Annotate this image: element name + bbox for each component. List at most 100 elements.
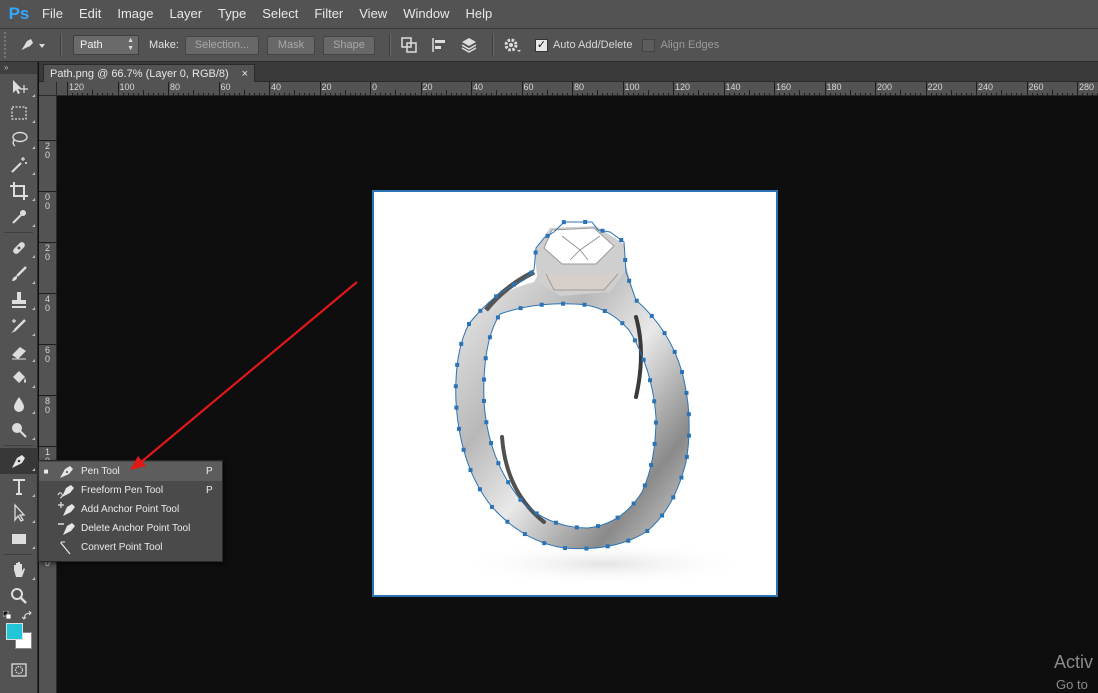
anchor-point[interactable] — [642, 483, 647, 488]
anchor-point[interactable] — [495, 315, 500, 320]
anchor-point[interactable] — [631, 501, 636, 506]
anchor-point[interactable] — [506, 480, 511, 485]
make-selection-button[interactable]: Selection... — [184, 35, 259, 55]
anchor-point[interactable] — [454, 405, 459, 410]
anchor-point[interactable] — [478, 308, 483, 313]
menu-help[interactable]: Help — [457, 0, 500, 28]
menu-edit[interactable]: Edit — [71, 0, 109, 28]
anchor-point[interactable] — [619, 238, 624, 243]
anchor-point[interactable] — [468, 468, 473, 473]
type-tool[interactable] — [0, 474, 38, 500]
anchor-point[interactable] — [545, 233, 550, 238]
flyout-item-pen-tool[interactable]: ■ Pen Tool P — [39, 462, 222, 481]
anchor-point[interactable] — [494, 294, 499, 299]
anchor-point[interactable] — [671, 495, 676, 500]
anchor-point[interactable] — [605, 544, 610, 549]
anchor-point[interactable] — [684, 390, 689, 395]
anchor-point[interactable] — [467, 322, 471, 326]
menu-layer[interactable]: Layer — [162, 0, 211, 28]
flyout-item-freeform-pen-tool[interactable]: Freeform Pen Tool P — [39, 481, 222, 500]
anchor-point[interactable] — [623, 257, 628, 262]
anchor-point[interactable] — [481, 377, 486, 382]
anchor-point[interactable] — [584, 546, 589, 551]
anchor-point[interactable] — [518, 306, 523, 311]
anchor-point[interactable] — [483, 356, 488, 361]
document-canvas[interactable] — [372, 190, 778, 597]
crop-tool[interactable] — [0, 178, 38, 204]
anchor-point[interactable] — [684, 454, 689, 459]
default-colors-icon[interactable] — [3, 611, 13, 621]
anchor-point[interactable] — [648, 378, 653, 383]
anchor-point[interactable] — [534, 511, 539, 516]
anchor-point[interactable] — [627, 278, 632, 283]
horizontal-ruler[interactable]: 120 100 80 60 40 20 0 20 40 60 80 100 120 140 160 180 20… — [57, 82, 1098, 96]
anchor-point[interactable] — [652, 441, 657, 446]
anchor-point[interactable] — [626, 538, 631, 543]
menu-view[interactable]: View — [351, 0, 395, 28]
anchor-point[interactable] — [505, 519, 510, 524]
document-tab[interactable]: Path.png @ 66.7% (Layer 0, RGB/8) × — [43, 64, 255, 82]
path-selection-tool[interactable] — [0, 500, 38, 526]
anchor-point[interactable] — [652, 399, 657, 404]
anchor-point[interactable] — [542, 541, 547, 546]
magic-wand-tool[interactable] — [0, 152, 38, 178]
anchor-point[interactable] — [649, 313, 654, 318]
lasso-tool[interactable] — [0, 126, 38, 152]
pen-tool[interactable] — [0, 448, 38, 474]
anchor-point[interactable] — [561, 220, 566, 225]
anchor-point[interactable] — [453, 384, 458, 389]
anchor-point[interactable] — [662, 331, 667, 336]
anchor-point[interactable] — [561, 301, 566, 306]
toolbox-collapse-button[interactable]: » — [0, 62, 37, 74]
rectangle-tool[interactable] — [0, 526, 38, 552]
anchor-point[interactable] — [645, 528, 650, 533]
anchor-point[interactable] — [582, 302, 587, 307]
anchor-point[interactable] — [660, 513, 665, 518]
clone-stamp-tool[interactable] — [0, 287, 38, 313]
anchor-point[interactable] — [553, 520, 558, 525]
anchor-point[interactable] — [487, 335, 492, 340]
flyout-item-convert-point-tool[interactable]: Convert Point Tool — [39, 538, 222, 557]
anchor-point[interactable] — [489, 441, 494, 446]
anchor-point[interactable] — [563, 546, 568, 551]
anchor-point[interactable] — [602, 309, 607, 314]
move-tool[interactable] — [0, 74, 38, 100]
anchor-point[interactable] — [489, 504, 494, 509]
anchor-point[interactable] — [596, 524, 601, 529]
paint-bucket-tool[interactable] — [0, 365, 38, 391]
anchor-point[interactable] — [574, 525, 579, 530]
anchor-point[interactable] — [649, 463, 654, 468]
marquee-tool[interactable] — [0, 100, 38, 126]
path-alignment-button[interactable] — [426, 32, 452, 58]
flyout-item-delete-anchor-point-tool[interactable]: Delete Anchor Point Tool — [39, 519, 222, 538]
anchor-point[interactable] — [679, 475, 684, 480]
anchor-point[interactable] — [496, 461, 501, 466]
path-operations-button[interactable] — [396, 32, 422, 58]
anchor-point[interactable] — [641, 357, 646, 362]
anchor-point[interactable] — [539, 302, 544, 307]
anchor-point[interactable] — [634, 298, 639, 303]
anchor-point[interactable] — [484, 420, 489, 425]
flyout-item-add-anchor-point-tool[interactable]: Add Anchor Point Tool — [39, 500, 222, 519]
anchor-point[interactable] — [686, 433, 691, 438]
menu-select[interactable]: Select — [254, 0, 306, 28]
anchor-point[interactable] — [680, 370, 685, 375]
anchor-point[interactable] — [522, 532, 527, 537]
anchor-point[interactable] — [686, 412, 691, 417]
path-mode-select[interactable]: Path ▲ ▼ — [73, 35, 139, 55]
anchor-point[interactable] — [583, 220, 588, 224]
eyedropper-tool[interactable] — [0, 204, 38, 230]
healing-brush-tool[interactable] — [0, 235, 38, 261]
menu-type[interactable]: Type — [210, 0, 254, 28]
anchor-point[interactable] — [518, 497, 523, 502]
anchor-point[interactable] — [455, 362, 460, 367]
hand-tool[interactable] — [0, 557, 38, 583]
anchor-point[interactable] — [457, 426, 462, 431]
make-shape-button[interactable]: Shape — [322, 35, 375, 55]
eraser-tool[interactable] — [0, 339, 38, 365]
anchor-point[interactable] — [511, 282, 516, 287]
anchor-point[interactable] — [653, 420, 658, 425]
zoom-tool[interactable] — [0, 583, 38, 609]
swap-colors-icon[interactable] — [22, 611, 34, 621]
brush-tool[interactable] — [0, 261, 38, 287]
